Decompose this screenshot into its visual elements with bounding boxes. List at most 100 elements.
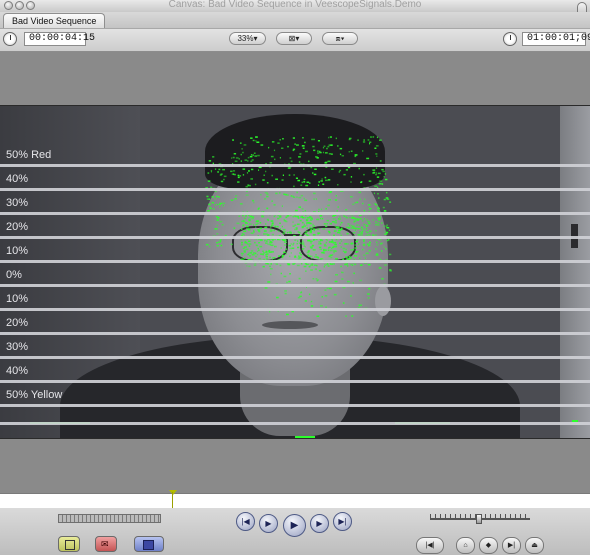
scope-speckle [313,138,315,141]
scope-speckle [240,153,242,156]
scope-speckle [354,202,356,204]
view-mode-popup-button[interactable]: ⊠▾ [276,32,312,45]
go-to-previous-edit-button[interactable]: |◀ [236,512,255,531]
scope-speckle [210,169,213,172]
scope-speckle [241,228,243,230]
scope-speckle [252,216,255,218]
scope-speckle [244,240,247,243]
scope-speckle [248,245,251,247]
scope-speckle [359,224,361,227]
scope-speckle [340,240,343,242]
scope-speckle [243,230,247,233]
scope-speckle [328,247,330,249]
scope-speckle [283,244,287,246]
scope-speckle [379,180,383,182]
scope-speckle [306,224,308,226]
scope-speckle [243,233,245,236]
scope-speckle [319,150,321,153]
duration-timecode-field[interactable]: 01:00:01;09 [522,32,590,46]
scope-speckle [324,264,326,266]
scope-speckle [385,248,387,250]
scope-speckle [263,174,265,176]
scope-speckle [280,272,282,275]
scope-speckle [377,224,380,226]
scope-speckle [369,141,372,143]
scope-speckle [334,243,337,246]
scope-speckle [233,227,236,229]
scope-speckle [309,240,313,243]
scope-speckle [361,228,364,230]
jog-control[interactable] [430,514,530,524]
scope-speckle [292,137,295,139]
scope-speckle [338,231,340,234]
mark-clip-button[interactable]: ✉ [95,536,117,552]
scope-speckle [314,268,317,270]
scope-speckle [282,256,284,259]
scope-speckle [281,254,285,257]
scope-speckle [345,216,347,218]
scope-speckle [256,141,260,143]
scope-speckle [265,233,268,235]
scope-speckle [356,224,359,226]
scope-speckle [359,198,361,201]
go-to-next-edit-button[interactable]: ▶| [333,512,352,531]
add-keyframe-button[interactable]: ⌂ [456,537,475,554]
scope-speckle [267,243,270,246]
play-in-to-out-button[interactable]: ▶ [259,514,278,533]
scope-speckle [249,155,253,158]
scope-speckle [374,223,378,226]
scope-speckle [269,265,271,268]
scope-speckle [300,254,303,256]
scope-speckle [252,199,255,202]
play-around-current-button[interactable]: ▶ [310,514,329,533]
scope-speckle [335,238,338,241]
scope-speckle [218,196,220,198]
scope-speckle [255,255,258,258]
duration-clock-icon [503,32,517,46]
range-line [0,212,590,215]
scope-speckle [389,201,392,203]
scope-speckle [334,220,337,222]
tab-bad-video-sequence[interactable]: Bad Video Sequence [3,13,106,29]
scope-speckle [356,201,359,204]
scope-speckle [323,248,325,251]
scope-speckle [256,250,259,253]
zoom-popup-button[interactable]: 33%▾ [229,32,266,45]
overlay-popup-button[interactable]: ⧈▾ [322,32,358,45]
scope-speckle [360,304,362,306]
scope-speckle [298,156,301,158]
scope-speckle [339,242,341,244]
transport-controls: |◀ ▶ ▶ ▶ ▶| ✉ |◀| ⌂ ◆ ▶| ⏏ [0,508,590,555]
scope-speckle [249,243,252,245]
play-edit-button[interactable] [134,536,164,552]
scope-speckle [340,227,343,230]
mark-in-out-button[interactable]: |◀| [416,537,444,554]
scope-speckle [232,156,235,159]
scrubber-bar[interactable] [0,490,590,509]
scope-speckle [290,243,292,245]
scope-speckle [301,243,305,246]
scope-speckle [301,216,304,218]
shuttle-control[interactable] [58,514,161,523]
scope-speckle [330,144,333,146]
play-button[interactable]: ▶ [283,514,306,537]
playhead-marker-icon[interactable] [169,490,177,495]
scope-speckle [279,264,282,267]
scope-speckle [256,253,259,256]
canvas-video-frame[interactable]: 50% Red 40% 30% 20% 10% 0% 10% 20% 30% 40% 50% Yel… [0,105,590,439]
scope-speckle [323,245,327,247]
range-line [0,284,590,287]
jog-knob[interactable] [476,514,482,524]
mark-clip-icon: ✉ [101,539,109,549]
mark-clip-out-button[interactable]: ⏏ [525,537,544,554]
scope-speckle [281,147,284,149]
playhead[interactable] [172,492,173,508]
current-timecode-field[interactable]: 00:00:04:15 [24,32,95,46]
add-marker-button[interactable]: ◆ [479,537,498,554]
match-frame-button[interactable] [58,536,80,552]
scope-speckle [317,184,320,186]
mark-out-button[interactable]: ▶| [502,537,521,554]
scope-speckle [282,232,285,235]
scope-speckle [247,253,250,256]
scope-speckle [279,157,281,159]
